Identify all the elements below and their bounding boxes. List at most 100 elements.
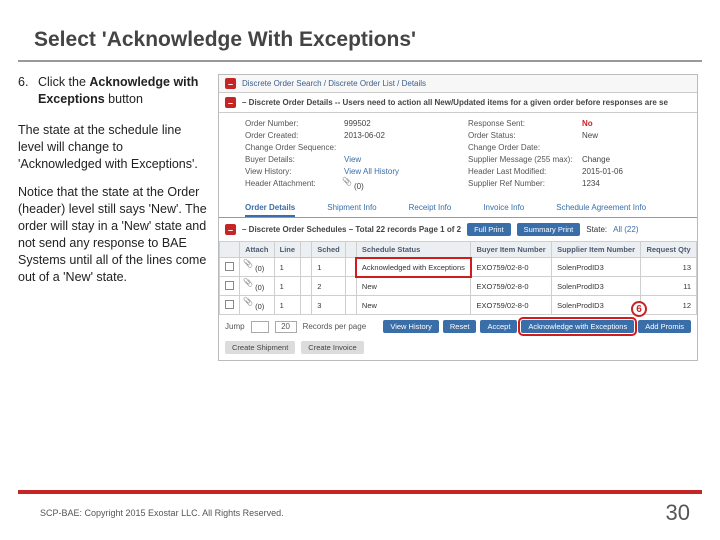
cell-status: New xyxy=(356,277,471,296)
col-line: Line xyxy=(274,242,301,258)
col-schedicon xyxy=(345,242,356,258)
link-buyer-view[interactable]: View xyxy=(344,155,464,164)
page-number: 30 xyxy=(666,500,690,526)
tab-shipment-info[interactable]: Shipment Info xyxy=(327,203,376,217)
label-response-sent: Response Sent: xyxy=(468,119,578,128)
label-order-created: Order Created: xyxy=(245,131,340,140)
instruction-column: 6. Click the Acknowledge with Exceptions… xyxy=(18,74,208,361)
collapse-icon[interactable]: – xyxy=(225,78,236,89)
cell-checkbox[interactable] xyxy=(220,258,240,277)
col-sched: Sched xyxy=(312,242,346,258)
callout-badge-6: 6 xyxy=(631,301,647,317)
value-supplier-ref: 1234 xyxy=(582,179,702,191)
create-invoice-button[interactable]: Create Invoice xyxy=(301,341,363,354)
label-supplier-msg: Supplier Message (255 max): xyxy=(468,155,578,164)
cell-attach[interactable]: (0) xyxy=(240,258,275,277)
tabs: Order Details Shipment Info Receipt Info… xyxy=(219,199,697,218)
footer-copyright: SCP-BAE: Copyright 2015 Exostar LLC. All… xyxy=(40,508,284,518)
create-shipment-button[interactable]: Create Shipment xyxy=(225,341,295,354)
summary-print-button[interactable]: Summary Print xyxy=(517,223,581,236)
jump-label: Jump xyxy=(225,322,245,331)
cell-sched-icon xyxy=(345,258,356,277)
action-bar-1: Jump 20 Records per page View History Re… xyxy=(219,315,697,338)
collapse-icon[interactable]: – xyxy=(225,224,236,235)
cell-buyer-item: EXO759/02-8-0 xyxy=(471,296,552,315)
step-text-post: button xyxy=(105,92,143,106)
col-supplier-item: Supplier Item Number xyxy=(552,242,641,258)
tab-order-details[interactable]: Order Details xyxy=(245,203,295,217)
cell-line-icon xyxy=(301,296,312,315)
cell-supplier-item: SolenProdID3 xyxy=(552,258,641,277)
table-row: (0)11Acknowledged with ExceptionsEXO759/… xyxy=(220,258,697,277)
tab-receipt-info[interactable]: Receipt Info xyxy=(409,203,452,217)
label-header-modified: Header Last Modified: xyxy=(468,167,578,176)
add-promise-button[interactable]: Add Promis xyxy=(638,320,691,333)
cell-attach[interactable]: (0) xyxy=(240,296,275,315)
cell-sched: 3 xyxy=(312,296,346,315)
acknowledge-exceptions-button[interactable]: Acknowledge with Exceptions xyxy=(521,320,634,333)
cell-qty: 12 xyxy=(641,296,697,315)
label-order-status: Order Status: xyxy=(468,131,578,140)
table-header-row: Attach Line Sched Schedule Status Buyer … xyxy=(220,242,697,258)
footer-divider xyxy=(18,490,702,494)
value-order-status: New xyxy=(582,131,702,140)
cell-line: 1 xyxy=(274,296,301,315)
state-label: State: xyxy=(586,225,607,234)
label-buyer-details: Buyer Details: xyxy=(245,155,340,164)
value-order-number: 999502 xyxy=(344,119,464,128)
breadcrumb: Discrete Order Search / Discrete Order L… xyxy=(242,79,426,88)
label-change-seq: Change Order Sequence: xyxy=(245,143,340,152)
cell-sched-icon xyxy=(345,296,356,315)
paperclip-icon xyxy=(245,261,255,271)
step-text: Click the Acknowledge with Exceptions bu… xyxy=(34,74,208,108)
section-heading: – Discrete Order Details -- Users need t… xyxy=(242,98,668,107)
col-select xyxy=(220,242,240,258)
cell-qty: 11 xyxy=(641,277,697,296)
col-lineicon xyxy=(301,242,312,258)
cell-qty: 13 xyxy=(641,258,697,277)
cell-sched: 1 xyxy=(312,258,346,277)
value-response-sent: No xyxy=(582,119,702,128)
value-supplier-msg: Change xyxy=(582,155,702,164)
paragraph-2: Notice that the state at the Order (head… xyxy=(18,184,208,285)
per-page-label: Records per page xyxy=(303,322,367,331)
tab-invoice-info[interactable]: Invoice Info xyxy=(483,203,524,217)
link-view-history[interactable]: View All History xyxy=(344,167,464,176)
value-change-seq xyxy=(344,143,464,152)
cell-buyer-item: EXO759/02-8-0 xyxy=(471,277,552,296)
label-order-number: Order Number: xyxy=(245,119,340,128)
paperclip-icon xyxy=(245,280,255,290)
cell-line-icon xyxy=(301,258,312,277)
cell-checkbox[interactable] xyxy=(220,277,240,296)
value-header-modified: 2015-01-06 xyxy=(582,167,702,176)
tab-schedule-agreement[interactable]: Schedule Agreement Info xyxy=(556,203,646,217)
value-header-attach[interactable]: (0) xyxy=(344,179,464,191)
cell-sched: 2 xyxy=(312,277,346,296)
step-text-pre: Click the xyxy=(38,75,89,89)
jump-input[interactable] xyxy=(251,321,269,333)
table-row: (0)13NewEXO759/02-8-0SolenProdID312 xyxy=(220,296,697,315)
per-page-select[interactable]: 20 xyxy=(275,321,297,333)
cell-attach[interactable]: (0) xyxy=(240,277,275,296)
col-buyer-item: Buyer Item Number xyxy=(471,242,552,258)
action-bar-2: Create Shipment Create Invoice xyxy=(219,338,697,360)
screenshot-panel: – Discrete Order Search / Discrete Order… xyxy=(218,74,698,361)
cell-supplier-item: SolenProdID3 xyxy=(552,277,641,296)
col-request-qty: Request Qty xyxy=(641,242,697,258)
cell-status: New xyxy=(356,296,471,315)
reset-button[interactable]: Reset xyxy=(443,320,477,333)
collapse-icon[interactable]: – xyxy=(225,97,236,108)
state-filter[interactable]: All (22) xyxy=(613,225,638,234)
order-detail-grid: Order Number: 999502 Response Sent: No O… xyxy=(219,113,697,199)
full-print-button[interactable]: Full Print xyxy=(467,223,511,236)
cell-line-icon xyxy=(301,277,312,296)
schedules-heading: – Discrete Order Schedules – Total 22 re… xyxy=(242,225,461,234)
cell-checkbox[interactable] xyxy=(220,296,240,315)
cell-status: Acknowledged with Exceptions xyxy=(356,258,471,277)
view-history-button[interactable]: View History xyxy=(383,320,439,333)
cell-sched-icon xyxy=(345,277,356,296)
accept-button[interactable]: Accept xyxy=(480,320,517,333)
step-number: 6. xyxy=(18,74,34,108)
col-attach: Attach xyxy=(240,242,275,258)
label-change-date: Change Order Date: xyxy=(468,143,578,152)
